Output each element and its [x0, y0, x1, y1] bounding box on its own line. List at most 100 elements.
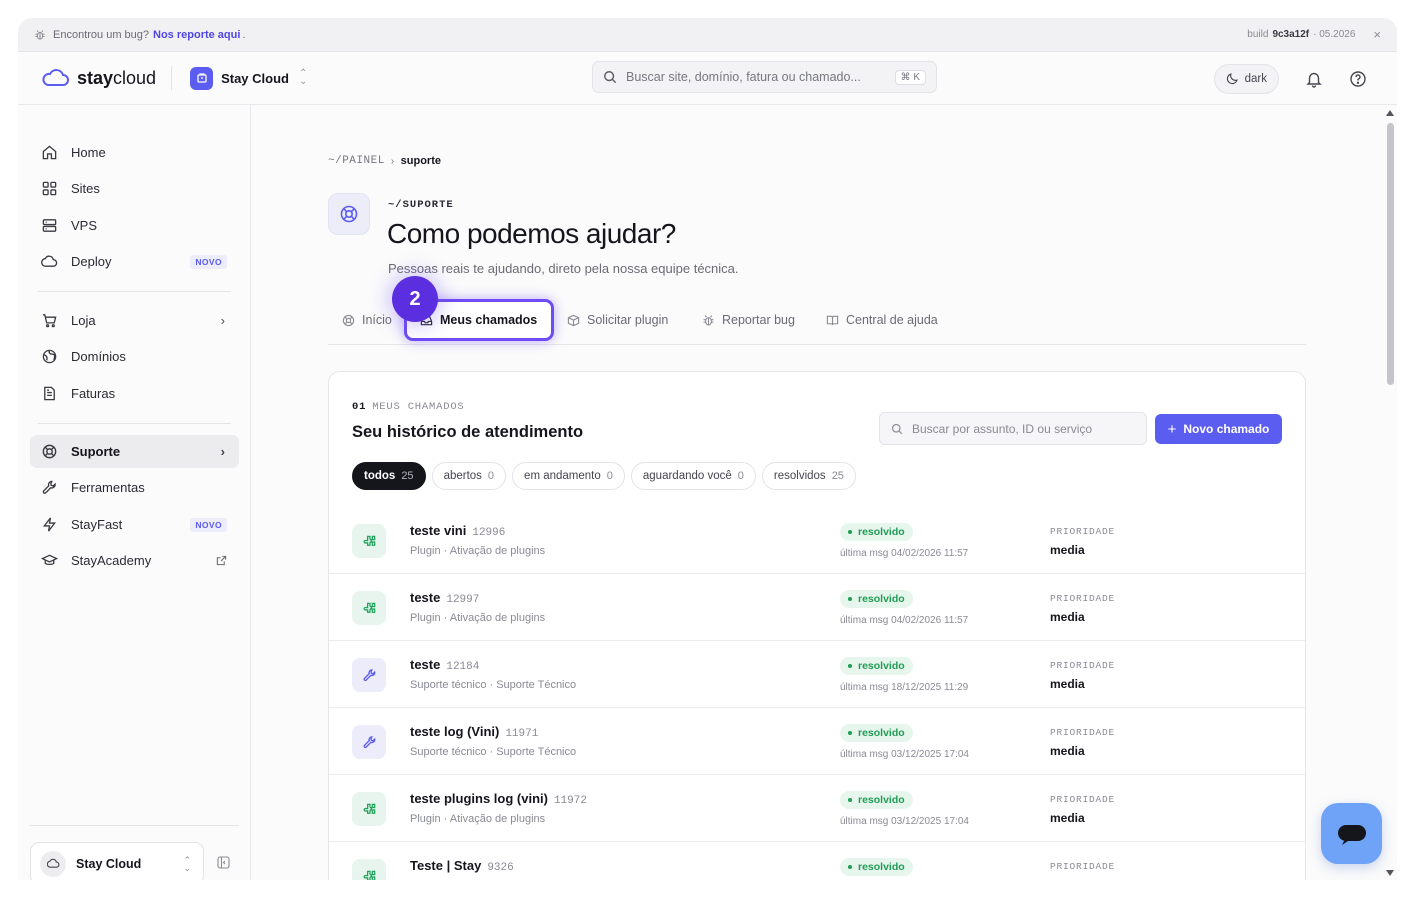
support-tabs: Início Meus chamados Solicitar plugin Re…: [328, 299, 1306, 345]
server-icon: [42, 219, 57, 232]
sidebar-item-stayfast[interactable]: StayFast NOVO: [30, 508, 239, 541]
tab-inicio[interactable]: Início: [342, 303, 392, 337]
ticket-id: 9326: [487, 862, 514, 874]
brand-logo[interactable]: staycloud: [40, 68, 156, 89]
global-search[interactable]: ⌘ K: [592, 61, 937, 93]
ticket-meta: Plugin · Ativação de plugins: [410, 545, 546, 557]
tab-reportar-bug[interactable]: Reportar bug: [702, 303, 795, 337]
home-icon: [42, 145, 57, 160]
table-row[interactable]: teste 12997 Plugin · Ativação de plugins re…: [329, 574, 1305, 641]
sidebar-item-sites[interactable]: Sites: [30, 172, 239, 205]
chat-launcher-button[interactable]: [1321, 803, 1382, 864]
sidebar-item-loja[interactable]: Loja ›: [30, 304, 239, 337]
search-shortcut: ⌘ K: [894, 69, 926, 85]
breadcrumb-root[interactable]: ~/PAINEL: [328, 155, 385, 167]
sidebar-item-label: Faturas: [71, 386, 116, 401]
sidebar-item-suporte[interactable]: Suporte ›: [30, 435, 239, 468]
last-message: última msg 03/12/2025 17:04: [840, 749, 969, 760]
cloud-icon: [46, 858, 59, 868]
workspace-switcher[interactable]: Stay Cloud ⌃ ⌄: [190, 66, 307, 90]
tab-label: Solicitar plugin: [587, 313, 669, 327]
priority-value: media: [1050, 811, 1085, 825]
status-badge: resolvido: [840, 523, 913, 541]
table-row[interactable]: teste plugins log (vini) 11972 Plugin · At…: [329, 775, 1305, 842]
bug-suffix: .: [242, 28, 246, 41]
status-filters: todos 25 abertos 0 em andamento 0 aguardand…: [352, 462, 856, 490]
ticket-subject: Teste | Stay 9326: [410, 858, 514, 874]
ticket-meta: Suporte técnico · Suporte Técnico: [410, 679, 577, 691]
collapse-sidebar-icon[interactable]: [217, 856, 230, 869]
filter-em-andamento[interactable]: em andamento 0: [512, 462, 625, 490]
status-badge: resolvido: [840, 590, 913, 608]
bolt-icon: [42, 517, 57, 532]
new-ticket-button[interactable]: + Novo chamado: [1155, 414, 1282, 444]
sidebar-item-ferramentas[interactable]: Ferramentas: [30, 471, 239, 504]
ticket-meta: Plugin · Ativação de plugins: [410, 813, 546, 825]
scrollbar[interactable]: [1383, 105, 1397, 880]
ticket-subject: teste log (Vini) 11971: [410, 724, 539, 740]
lifebuoy-icon: [342, 314, 355, 326]
priority-label: PRIORIDADE: [1050, 593, 1116, 604]
sidebar-item-label: Suporte: [71, 444, 121, 459]
sidebar-item-home[interactable]: Home: [30, 136, 239, 169]
sidebar-item-faturas[interactable]: Faturas: [30, 377, 239, 410]
close-bugbar-button[interactable]: ×: [1373, 27, 1381, 42]
build-prefix: build: [1247, 29, 1269, 40]
tab-solicitar-plugin[interactable]: Solicitar plugin: [567, 303, 668, 337]
page-subtitle: Pessoas reais te ajudando, direto pela n…: [388, 261, 739, 276]
filter-aguardando-voce[interactable]: aguardando você 0: [630, 462, 756, 490]
ticket-subject: teste 12184: [410, 657, 480, 673]
scroll-up-arrow[interactable]: [1386, 110, 1394, 116]
sidebar-item-dominios[interactable]: Domínios: [30, 340, 239, 373]
filter-resolvidos[interactable]: resolvidos 25: [761, 462, 856, 490]
filter-todos[interactable]: todos 25: [352, 462, 426, 490]
step-badge: 2: [392, 276, 438, 322]
bell-icon[interactable]: [1305, 70, 1323, 88]
tab-central-de-ajuda[interactable]: Central de ajuda: [826, 303, 938, 337]
sidebar-item-label: Domínios: [71, 349, 126, 364]
table-row[interactable]: teste log (Vini) 11971 Suporte técnico · S…: [329, 708, 1305, 775]
bug-report-link[interactable]: Nos reporte aqui: [153, 29, 240, 41]
grid-icon: [42, 181, 57, 196]
build-date: · 05.2026: [1313, 29, 1356, 40]
bug-icon: [703, 314, 714, 325]
app-window: Encontrou um bug? Nos reporte aqui . bui…: [18, 18, 1397, 880]
priority-label: PRIORIDADE: [1050, 861, 1116, 872]
table-row[interactable]: teste vini 12996 Plugin · Ativação de plug…: [329, 507, 1305, 574]
ticket-list: teste vini 12996 Plugin · Ativação de plug…: [329, 507, 1305, 880]
sidebar-item-deploy[interactable]: Deploy NOVO: [30, 245, 239, 278]
theme-toggle-button[interactable]: dark: [1213, 63, 1279, 94]
workspace-name: Stay Cloud: [221, 70, 289, 86]
ticket-search-input[interactable]: [912, 421, 1135, 436]
scroll-down-arrow[interactable]: [1386, 870, 1394, 876]
tab-label: Meus chamados: [440, 313, 538, 327]
search-icon: [891, 423, 903, 434]
search-icon: [604, 71, 617, 84]
build-hash: 9c3a12f: [1272, 29, 1310, 40]
sidebar-item-label: StayAcademy: [71, 553, 152, 568]
cloud-logo-icon: [42, 69, 69, 86]
bug-prompt: Encontrou um bug?: [53, 28, 150, 41]
puzzle-icon: [352, 859, 386, 880]
table-row[interactable]: teste 12184 Suporte técnico · Suporte Técn…: [329, 641, 1305, 708]
scrollbar-thumb[interactable]: [1387, 123, 1394, 385]
wrench-icon: [352, 658, 386, 692]
account-switcher[interactable]: Stay Cloud ⌃ ⌄: [30, 842, 204, 880]
help-icon[interactable]: [1349, 70, 1367, 88]
tab-label: Reportar bug: [722, 313, 795, 327]
breadcrumb: ~/PAINEL › suporte: [328, 155, 441, 167]
sidebar-item-stayacademy[interactable]: StayAcademy: [30, 544, 239, 577]
package-icon: [567, 314, 580, 326]
ticket-search[interactable]: [879, 412, 1147, 445]
avatar: [40, 850, 66, 877]
plus-icon: +: [1167, 420, 1177, 438]
tab-label: Início: [362, 313, 392, 327]
table-row[interactable]: Teste | Stay9326Plugin · Ativação de plu…: [329, 842, 1305, 880]
new-badge: NOVO: [190, 254, 227, 269]
priority-label: PRIORIDADE: [1050, 727, 1116, 738]
chevron-right-icon: ›: [220, 313, 225, 328]
account-name: Stay Cloud: [76, 856, 142, 871]
global-search-input[interactable]: [626, 70, 895, 84]
sidebar-item-vps[interactable]: VPS: [30, 209, 239, 242]
filter-abertos[interactable]: abertos 0: [431, 462, 507, 490]
